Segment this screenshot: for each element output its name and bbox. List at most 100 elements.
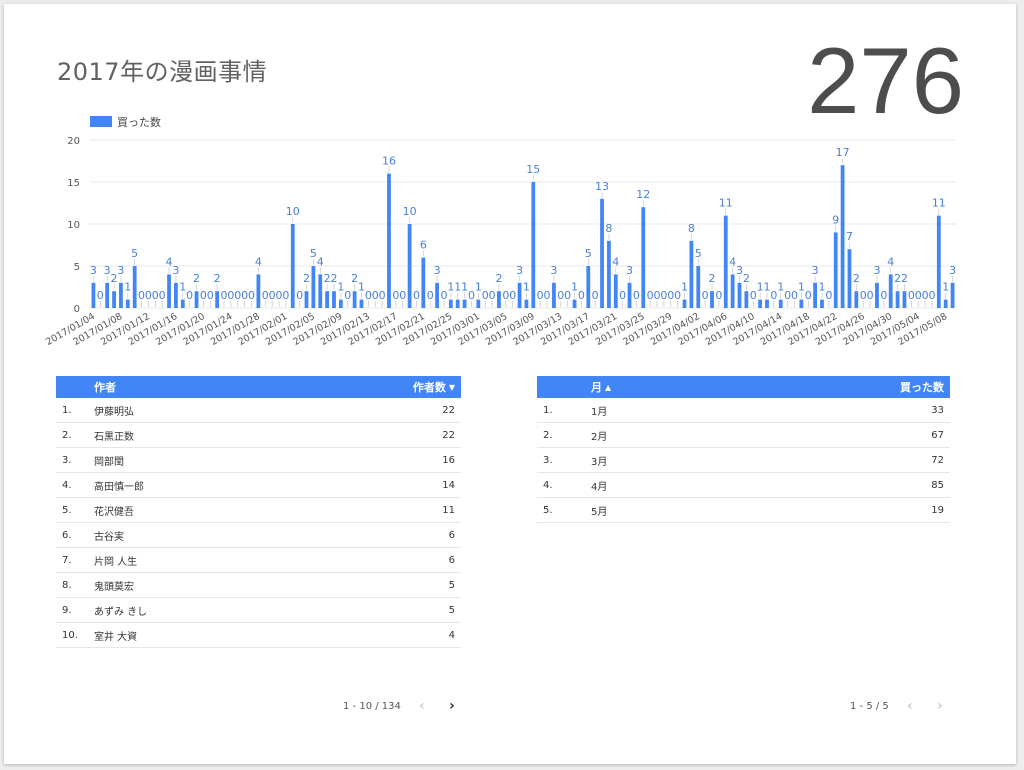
table-row[interactable]: 1. 伊藤明弘 22 xyxy=(56,398,461,423)
data-label: 13 xyxy=(595,180,609,193)
y-tick-label: 0 xyxy=(74,304,80,315)
column-header-month[interactable]: 月 ▲ xyxy=(575,379,830,395)
table-row[interactable]: 5. 花沢健吾 11 xyxy=(56,498,461,523)
table-row[interactable]: 2. 石黒正数 22 xyxy=(56,423,461,448)
table-row[interactable]: 4. 4月 85 xyxy=(537,473,950,498)
data-label: 2 xyxy=(743,272,750,285)
bar xyxy=(696,266,701,308)
table-row[interactable]: 7. 片岡 人生 6 xyxy=(56,548,461,573)
column-header-author-count[interactable]: 作者数 ▼ xyxy=(341,379,461,395)
data-label: 2 xyxy=(495,272,502,285)
row-label: 岡部閏 xyxy=(94,456,124,468)
bar xyxy=(936,215,941,308)
bar xyxy=(194,291,199,308)
row-label: 古谷実 xyxy=(94,531,124,543)
bar xyxy=(730,274,735,308)
bar xyxy=(641,207,646,308)
row-label: 5月 xyxy=(591,506,608,518)
data-label: 2 xyxy=(901,272,908,285)
data-label: 0 xyxy=(427,289,434,302)
data-label: 3 xyxy=(117,264,124,277)
row-value: 11 xyxy=(442,504,455,516)
table-row[interactable]: 10. 室井 大資 4 xyxy=(56,623,461,648)
bar xyxy=(256,274,261,308)
bar xyxy=(950,282,955,308)
chevron-left-icon[interactable]: ‹ xyxy=(901,698,919,714)
data-label: 0 xyxy=(489,289,496,302)
table-row[interactable]: 3. 岡部閏 16 xyxy=(56,448,461,473)
bar xyxy=(689,240,694,308)
table-row[interactable]: 1. 1月 33 xyxy=(537,398,950,423)
row-label: 伊藤明弘 xyxy=(94,406,134,418)
table-row[interactable]: 9. あずみ きし 5 xyxy=(56,598,461,623)
row-label: 石黒正数 xyxy=(94,431,134,443)
data-label: 0 xyxy=(509,289,516,302)
data-label: 4 xyxy=(317,255,324,268)
data-label: 4 xyxy=(612,255,619,268)
data-label: 0 xyxy=(207,289,214,302)
bar xyxy=(215,291,220,308)
data-label: 17 xyxy=(836,146,850,159)
bar xyxy=(586,266,591,308)
data-label: 2 xyxy=(853,272,860,285)
bar xyxy=(943,299,948,308)
bar xyxy=(744,291,749,308)
data-label: 10 xyxy=(403,205,417,218)
row-label: 4月 xyxy=(591,481,608,493)
row-index: 10. xyxy=(62,629,78,641)
data-label: 0 xyxy=(379,289,386,302)
row-label: 1月 xyxy=(591,406,608,418)
bar xyxy=(359,299,364,308)
bar xyxy=(888,274,893,308)
row-index: 7. xyxy=(62,554,72,566)
data-label: 0 xyxy=(578,289,585,302)
data-label: 2 xyxy=(303,272,310,285)
row-value: 5 xyxy=(448,579,455,591)
table-row[interactable]: 2. 2月 67 xyxy=(537,423,950,448)
data-label: 0 xyxy=(296,289,303,302)
data-label: 5 xyxy=(131,247,138,260)
data-label: 2 xyxy=(709,272,716,285)
chevron-right-icon[interactable]: › xyxy=(931,698,949,714)
column-header-bought-count[interactable]: 買った数 xyxy=(830,379,950,395)
chevron-right-icon[interactable]: › xyxy=(443,698,461,714)
chevron-left-icon[interactable]: ‹ xyxy=(413,698,431,714)
bar xyxy=(125,299,130,308)
data-label: 5 xyxy=(695,247,702,260)
data-label: 10 xyxy=(286,205,300,218)
row-label: 室井 大資 xyxy=(94,631,138,643)
row-value: 67 xyxy=(931,429,944,441)
authors-pagination: 1 - 10 / 134 ‹ › xyxy=(343,698,461,714)
table-row[interactable]: 3. 3月 72 xyxy=(537,448,950,473)
bar xyxy=(737,282,742,308)
bar xyxy=(531,182,536,308)
bar xyxy=(765,299,769,308)
row-label: 片岡 人生 xyxy=(94,556,138,568)
data-label: 3 xyxy=(516,264,523,277)
y-tick-label: 20 xyxy=(67,136,80,147)
table-row[interactable]: 4. 高田慎一郎 14 xyxy=(56,473,461,498)
table-row[interactable]: 6. 古谷実 6 xyxy=(56,523,461,548)
bar xyxy=(840,165,845,308)
data-label: 11 xyxy=(932,197,946,210)
row-value: 85 xyxy=(931,479,944,491)
row-index: 3. xyxy=(62,454,72,466)
data-label: 6 xyxy=(420,239,427,252)
data-label: 0 xyxy=(928,289,935,302)
bar xyxy=(476,299,481,308)
data-label: 1 xyxy=(124,281,131,294)
bar xyxy=(132,266,137,308)
bar xyxy=(813,282,817,308)
table-row[interactable]: 5. 5月 19 xyxy=(537,498,950,523)
data-label: 3 xyxy=(812,264,819,277)
row-index: 6. xyxy=(62,529,72,541)
row-index: 1. xyxy=(62,404,72,416)
data-label: 0 xyxy=(825,289,832,302)
data-label: 16 xyxy=(382,155,396,168)
row-value: 72 xyxy=(931,454,944,466)
data-label: 5 xyxy=(585,247,592,260)
column-header-author[interactable]: 作者 xyxy=(94,379,341,395)
bar xyxy=(325,291,330,308)
sort-desc-icon: ▼ xyxy=(448,382,455,392)
table-row[interactable]: 8. 鬼頭莫宏 5 xyxy=(56,573,461,598)
